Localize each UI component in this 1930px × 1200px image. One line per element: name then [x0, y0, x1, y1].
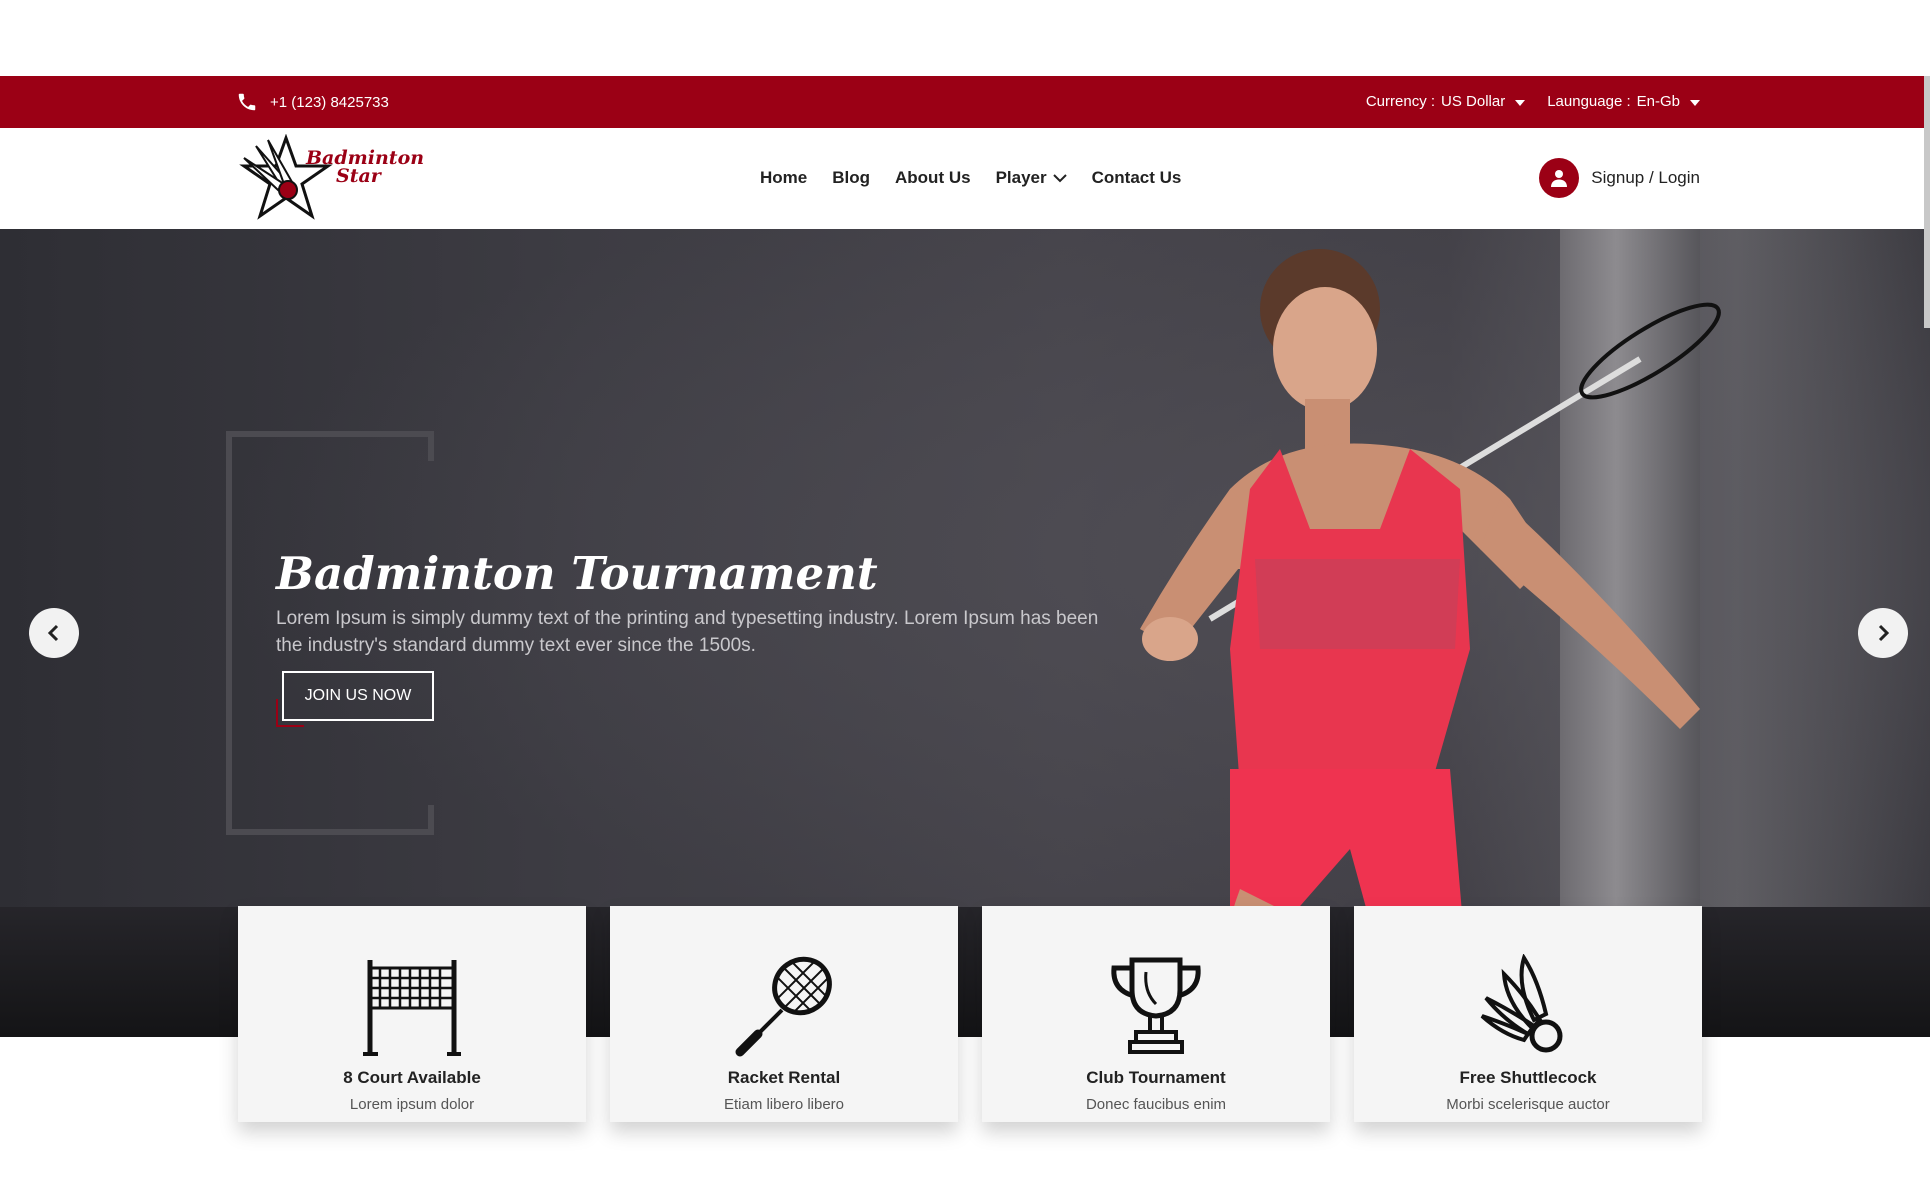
signup-login-label: Signup / Login: [1591, 168, 1700, 187]
currency-value: US Dollar: [1441, 93, 1506, 110]
feature-subtitle: Etiam libero libero: [723, 1096, 845, 1113]
chevron-left-icon: [47, 624, 59, 642]
chevron-right-icon: [1878, 624, 1890, 642]
feature-title: 8 Court Available: [343, 1068, 481, 1087]
nav-blog[interactable]: Blog: [832, 168, 870, 188]
page-scrollbar[interactable]: [1924, 76, 1930, 328]
feature-card-shuttlecock[interactable]: Free Shuttlecock Morbi scelerisque aucto…: [1354, 906, 1702, 1122]
feature-title: Club Tournament: [1086, 1068, 1226, 1087]
nav-contact-us[interactable]: Contact Us: [1092, 168, 1182, 188]
net-icon: [363, 960, 461, 1056]
feature-subtitle: Donec faucibus enim: [1085, 1096, 1227, 1113]
caret-down-icon: [1515, 99, 1526, 106]
nav-about-us[interactable]: About Us: [895, 168, 971, 188]
racket-icon: [735, 956, 833, 1057]
language-select[interactable]: Lаunguage : En-Gb: [1547, 93, 1700, 110]
feature-subtitle: Lorem ipsum dolor: [349, 1096, 475, 1113]
phone-contact[interactable]: +1 (123) 8425733: [236, 91, 389, 113]
feature-title: Racket Rental: [727, 1068, 841, 1087]
shuttlecock-icon: [1480, 954, 1563, 1053]
nav-player[interactable]: Player: [996, 168, 1067, 188]
site-header: Badminton Star Home Blog About Us Player…: [0, 128, 1930, 229]
currency-label: Currency :: [1365, 93, 1436, 110]
hero-description: Lorem Ipsum is simply dummy text of the …: [276, 608, 1099, 656]
hero-title: Badminton Tournament: [276, 547, 878, 600]
chevron-down-icon: [1052, 174, 1067, 183]
top-bar: +1 (123) 8425733 Currency : US Dollar Lа…: [0, 76, 1930, 128]
topbar-settings: Currency : US Dollar Lаunguage : En-Gb: [1366, 93, 1700, 110]
main-nav: Home Blog About Us Player Contact Us: [760, 168, 1181, 188]
phone-number: +1 (123) 8425733: [270, 93, 389, 111]
nav-home[interactable]: Home: [760, 168, 807, 188]
feature-card-courts[interactable]: 8 Court Available Lorem ipsum dolor: [238, 906, 586, 1122]
signup-login-link[interactable]: Signup / Login: [1539, 158, 1700, 198]
feature-subtitle: Morbi scelerisque auctor: [1446, 1096, 1610, 1113]
slider-prev-button[interactable]: [29, 608, 79, 658]
feature-cards: 8 Court Available Lorem ipsum dolor Rack…: [238, 906, 1702, 1122]
page: +1 (123) 8425733 Currency : US Dollar Lа…: [0, 0, 1930, 1200]
join-us-button[interactable]: JOIN US NOW: [282, 671, 434, 721]
feature-card-racket[interactable]: Racket Rental Etiam libero libero: [610, 906, 958, 1122]
feature-title: Free Shuttlecock: [1459, 1068, 1597, 1087]
language-label: Lаunguage :: [1547, 93, 1631, 110]
phone-icon: [238, 93, 256, 111]
user-icon: [1539, 158, 1580, 198]
language-value: En-Gb: [1636, 93, 1680, 110]
site-logo[interactable]: Badminton Star: [236, 134, 426, 226]
currency-select[interactable]: Currency : US Dollar: [1365, 93, 1526, 110]
caret-down-icon: [1690, 99, 1700, 106]
trophy-icon: [1111, 957, 1201, 1054]
feature-card-tournament[interactable]: Club Tournament Donec faucibus enim: [982, 906, 1330, 1122]
slider-next-button[interactable]: [1858, 608, 1908, 658]
logo-text-star: Star: [336, 165, 383, 187]
